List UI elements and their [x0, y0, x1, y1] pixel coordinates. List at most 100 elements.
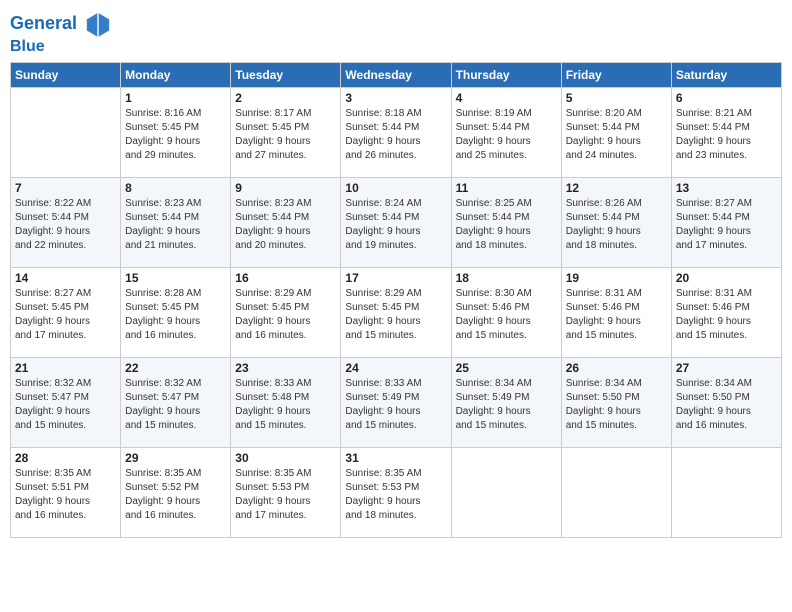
sunset-text: Sunset: 5:49 PM: [456, 391, 557, 405]
sunset-text: Sunset: 5:51 PM: [15, 481, 116, 495]
sunrise-text: Sunrise: 8:23 AM: [235, 197, 336, 211]
header-day-friday: Friday: [561, 62, 671, 87]
sunrise-text: Sunrise: 8:35 AM: [125, 467, 226, 481]
sunrise-text: Sunrise: 8:21 AM: [676, 107, 777, 121]
day-info: Sunrise: 8:29 AMSunset: 5:45 PMDaylight:…: [235, 287, 336, 343]
calendar-cell: 3 Sunrise: 8:18 AMSunset: 5:44 PMDaylight…: [341, 87, 451, 177]
daylight-hours: Daylight: 9 hours: [676, 135, 777, 149]
calendar-cell: 11Sunrise: 8:25 AMSunset: 5:44 PMDayligh…: [451, 177, 561, 267]
daylight-hours: Daylight: 9 hours: [566, 135, 667, 149]
day-number: 24: [345, 361, 446, 375]
sunrise-text: Sunrise: 8:25 AM: [456, 197, 557, 211]
sunset-text: Sunset: 5:47 PM: [15, 391, 116, 405]
week-row-1: 1Sunrise: 8:16 AMSunset: 5:45 PMDaylight…: [11, 87, 782, 177]
sunrise-text: Sunrise: 8:30 AM: [456, 287, 557, 301]
daylight-minutes: and 16 minutes.: [125, 329, 226, 343]
calendar-cell: 6 Sunrise: 8:21 AMSunset: 5:44 PMDaylight…: [671, 87, 781, 177]
daylight-minutes: and 15 minutes.: [566, 329, 667, 343]
calendar-cell: 26Sunrise: 8:34 AMSunset: 5:50 PMDayligh…: [561, 357, 671, 447]
sunrise-text: Sunrise: 8:31 AM: [676, 287, 777, 301]
sunrise-text: Sunrise: 8:32 AM: [15, 377, 116, 391]
calendar-cell: 5Sunrise: 8:20 AMSunset: 5:44 PMDaylight…: [561, 87, 671, 177]
daylight-hours: Daylight: 9 hours: [566, 225, 667, 239]
day-number: 8: [125, 181, 226, 195]
day-number: 22: [125, 361, 226, 375]
sunrise-text: Sunrise: 8:27 AM: [676, 197, 777, 211]
day-number: 6: [676, 91, 777, 105]
day-info: Sunrise: 8:19 AMSunset: 5:44 PMDaylight:…: [456, 107, 557, 163]
header-day-thursday: Thursday: [451, 62, 561, 87]
sunrise-text: Sunrise: 8:34 AM: [456, 377, 557, 391]
header-day-tuesday: Tuesday: [231, 62, 341, 87]
daylight-hours: Daylight: 9 hours: [566, 405, 667, 419]
calendar-cell: 27 Sunrise: 8:34 AMSunset: 5:50 PMDayligh…: [671, 357, 781, 447]
calendar-cell: 29Sunrise: 8:35 AMSunset: 5:52 PMDayligh…: [121, 447, 231, 537]
calendar-cell: 25Sunrise: 8:34 AMSunset: 5:49 PMDayligh…: [451, 357, 561, 447]
sunset-text: Sunset: 5:45 PM: [345, 301, 446, 315]
sunrise-text: Sunrise: 8:31 AM: [566, 287, 667, 301]
sunset-text: Sunset: 5:50 PM: [566, 391, 667, 405]
calendar-cell: 14Sunrise: 8:27 AMSunset: 5:45 PMDayligh…: [11, 267, 121, 357]
sunrise-text: Sunrise: 8:18 AM: [345, 107, 446, 121]
day-info: Sunrise: 8:16 AMSunset: 5:45 PMDaylight:…: [125, 107, 226, 163]
daylight-minutes: and 15 minutes.: [676, 329, 777, 343]
daylight-hours: Daylight: 9 hours: [15, 225, 116, 239]
daylight-hours: Daylight: 9 hours: [15, 315, 116, 329]
day-info: Sunrise: 8:18 AMSunset: 5:44 PMDaylight:…: [345, 107, 446, 163]
daylight-hours: Daylight: 9 hours: [456, 225, 557, 239]
day-info: Sunrise: 8:20 AMSunset: 5:44 PMDaylight:…: [566, 107, 667, 163]
calendar-cell: 21Sunrise: 8:32 AMSunset: 5:47 PMDayligh…: [11, 357, 121, 447]
daylight-hours: Daylight: 9 hours: [235, 225, 336, 239]
day-info: Sunrise: 8:32 AMSunset: 5:47 PMDaylight:…: [125, 377, 226, 433]
daylight-minutes: and 18 minutes.: [345, 509, 446, 523]
daylight-hours: Daylight: 9 hours: [345, 135, 446, 149]
daylight-minutes: and 15 minutes.: [456, 419, 557, 433]
sunset-text: Sunset: 5:44 PM: [125, 211, 226, 225]
sunrise-text: Sunrise: 8:33 AM: [235, 377, 336, 391]
sunrise-text: Sunrise: 8:33 AM: [345, 377, 446, 391]
sunset-text: Sunset: 5:45 PM: [15, 301, 116, 315]
daylight-hours: Daylight: 9 hours: [456, 405, 557, 419]
daylight-hours: Daylight: 9 hours: [235, 405, 336, 419]
day-info: Sunrise: 8:28 AMSunset: 5:45 PMDaylight:…: [125, 287, 226, 343]
day-info: Sunrise: 8:23 AMSunset: 5:44 PMDaylight:…: [125, 197, 226, 253]
sunrise-text: Sunrise: 8:32 AM: [125, 377, 226, 391]
daylight-hours: Daylight: 9 hours: [125, 225, 226, 239]
day-number: 28: [15, 451, 116, 465]
daylight-minutes: and 15 minutes.: [235, 419, 336, 433]
sunset-text: Sunset: 5:46 PM: [566, 301, 667, 315]
daylight-hours: Daylight: 9 hours: [235, 495, 336, 509]
day-info: Sunrise: 8:27 AMSunset: 5:45 PMDaylight:…: [15, 287, 116, 343]
calendar-cell: 15 Sunrise: 8:28 AMSunset: 5:45 PMDayligh…: [121, 267, 231, 357]
calendar-table: SundayMondayTuesdayWednesdayThursdayFrid…: [10, 62, 782, 538]
day-info: Sunrise: 8:26 AMSunset: 5:44 PMDaylight:…: [566, 197, 667, 253]
daylight-minutes: and 16 minutes.: [15, 509, 116, 523]
sunset-text: Sunset: 5:44 PM: [566, 121, 667, 135]
daylight-hours: Daylight: 9 hours: [676, 225, 777, 239]
day-number: 7: [15, 181, 116, 195]
calendar-cell: [451, 447, 561, 537]
day-number: 4: [456, 91, 557, 105]
daylight-hours: Daylight: 9 hours: [125, 405, 226, 419]
day-info: Sunrise: 8:21 AMSunset: 5:44 PMDaylight:…: [676, 107, 777, 163]
daylight-hours: Daylight: 9 hours: [676, 405, 777, 419]
day-number: 19: [566, 271, 667, 285]
day-number: 2: [235, 91, 336, 105]
day-number: 27: [676, 361, 777, 375]
sunrise-text: Sunrise: 8:22 AM: [15, 197, 116, 211]
sunrise-text: Sunrise: 8:28 AM: [125, 287, 226, 301]
day-number: 13: [676, 181, 777, 195]
day-number: 3: [345, 91, 446, 105]
day-number: 17: [345, 271, 446, 285]
day-info: Sunrise: 8:34 AMSunset: 5:50 PMDaylight:…: [676, 377, 777, 433]
day-number: 31: [345, 451, 446, 465]
daylight-minutes: and 17 minutes.: [235, 509, 336, 523]
daylight-hours: Daylight: 9 hours: [676, 315, 777, 329]
daylight-minutes: and 20 minutes.: [235, 239, 336, 253]
calendar-cell: 1Sunrise: 8:16 AMSunset: 5:45 PMDaylight…: [121, 87, 231, 177]
calendar-cell: [561, 447, 671, 537]
day-number: 15: [125, 271, 226, 285]
day-info: Sunrise: 8:24 AMSunset: 5:44 PMDaylight:…: [345, 197, 446, 253]
sunset-text: Sunset: 5:44 PM: [456, 211, 557, 225]
calendar-cell: 9Sunrise: 8:23 AMSunset: 5:44 PMDaylight…: [231, 177, 341, 267]
